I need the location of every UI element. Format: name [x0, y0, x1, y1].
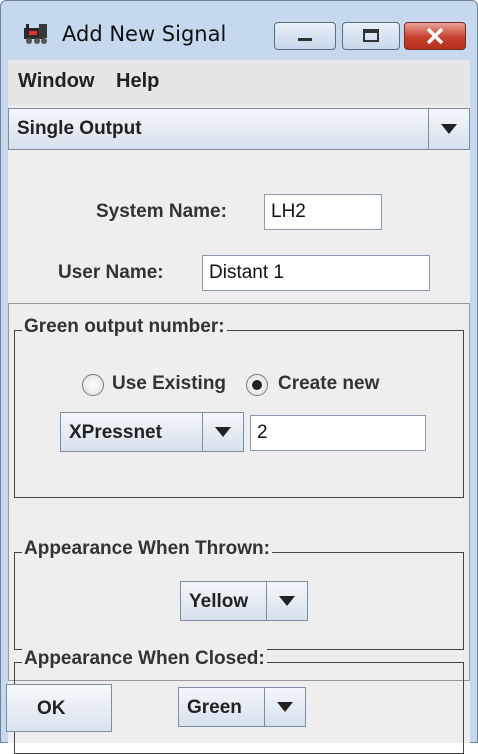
- signal-type-value: Single Output: [17, 118, 142, 139]
- create-new-radio[interactable]: [246, 374, 268, 396]
- dialog-content: Window Help Single Output System Name: L…: [6, 60, 470, 754]
- system-name-field[interactable]: LH2: [264, 194, 382, 230]
- maximize-button[interactable]: [342, 22, 400, 50]
- chevron-down-icon[interactable]: [428, 109, 469, 149]
- menu-help[interactable]: Help: [116, 70, 159, 93]
- system-value: XPressnet: [69, 422, 162, 443]
- user-name-field[interactable]: Distant 1: [202, 255, 430, 291]
- window-title: Add New Signal: [62, 22, 227, 46]
- closed-appearance-dropdown[interactable]: Green: [178, 687, 306, 727]
- ok-button-label: OK: [37, 698, 66, 719]
- use-existing-radio[interactable]: [82, 374, 104, 396]
- system-dropdown[interactable]: XPressnet: [60, 412, 244, 452]
- green-output-title: Green output number:: [22, 316, 227, 338]
- create-new-label[interactable]: Create new: [278, 373, 379, 395]
- system-name-label: System Name:: [96, 201, 227, 222]
- closed-appearance-title: Appearance When Closed:: [22, 648, 267, 670]
- output-number-field[interactable]: 2: [250, 415, 426, 451]
- minimize-button[interactable]: [274, 22, 336, 50]
- menu-window[interactable]: Window: [18, 70, 94, 93]
- chevron-down-icon[interactable]: [266, 582, 307, 620]
- chevron-down-icon[interactable]: [202, 413, 243, 451]
- locomotive-icon: [22, 22, 52, 46]
- thrown-appearance-dropdown[interactable]: Yellow: [180, 581, 308, 621]
- menu-bar: Window Help: [8, 60, 470, 106]
- thrown-appearance-value: Yellow: [189, 591, 249, 612]
- user-name-label: User Name:: [58, 262, 164, 283]
- thrown-appearance-title: Appearance When Thrown:: [22, 538, 272, 560]
- signal-type-dropdown[interactable]: Single Output: [8, 108, 470, 150]
- use-existing-label[interactable]: Use Existing: [112, 373, 226, 395]
- title-bar[interactable]: Add New Signal: [0, 0, 478, 60]
- close-button[interactable]: [404, 22, 466, 50]
- closed-appearance-value: Green: [187, 697, 242, 718]
- radio-selected-dot: [252, 380, 262, 390]
- chevron-down-icon[interactable]: [264, 688, 305, 726]
- ok-button[interactable]: OK: [6, 684, 112, 732]
